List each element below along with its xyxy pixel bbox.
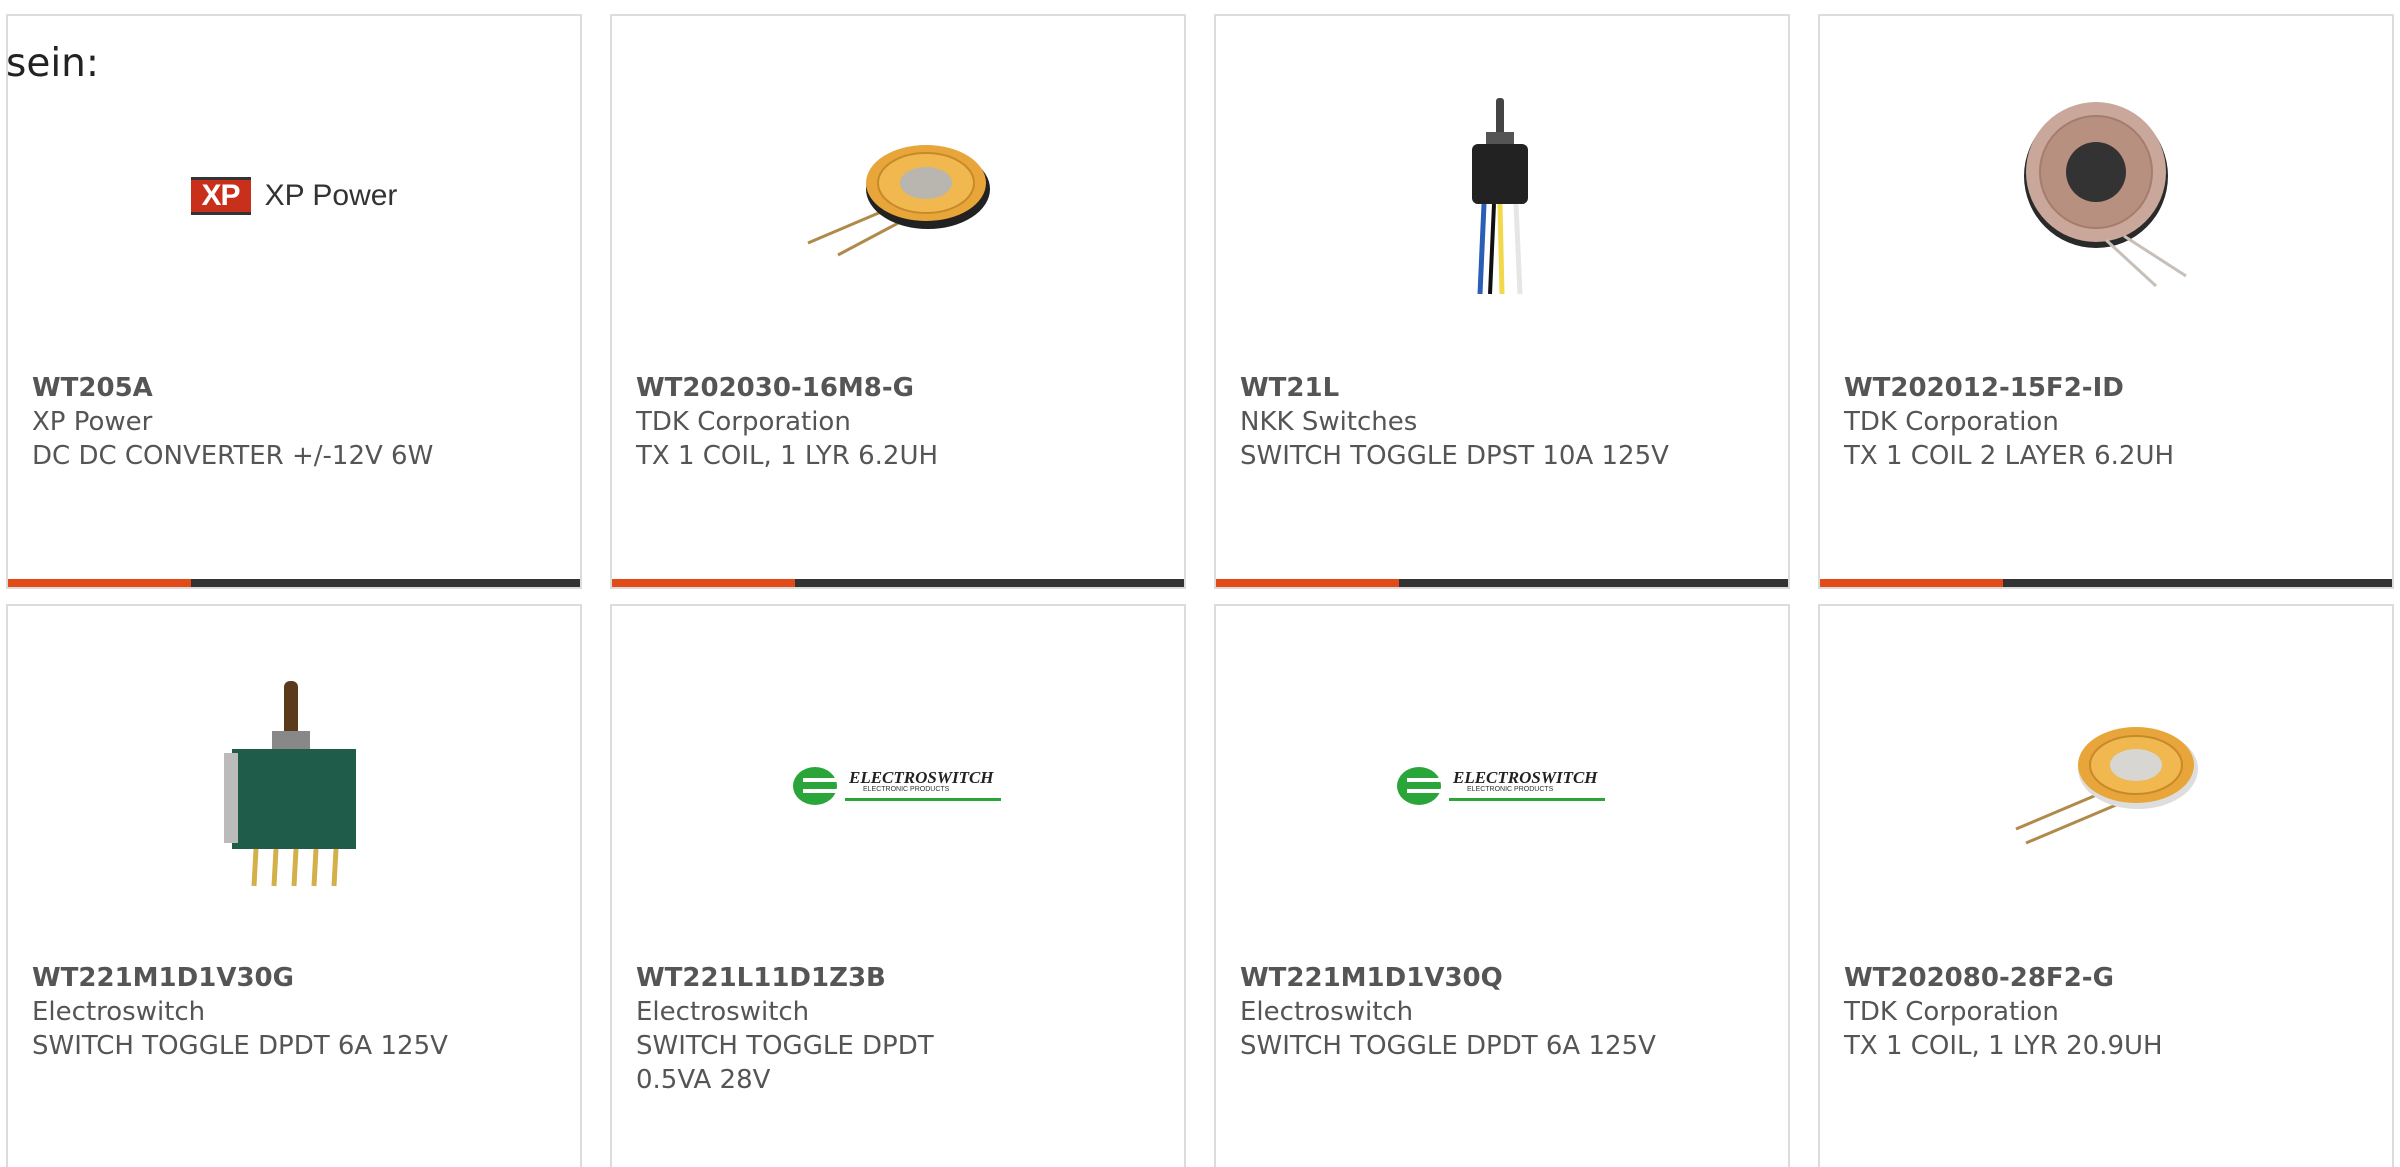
manufacturer: XP Power (32, 407, 153, 437)
description: DC DC CONVERTER +/-12V 6W (32, 441, 434, 471)
electroswitch-logo-subtext: ELECTRONIC PRODUCTS (1467, 786, 1554, 793)
description: TX 1 COIL, 1 LYR 6.2UH (636, 441, 939, 471)
card-bottom-bar (1216, 579, 1788, 587)
card-bottom-bar (612, 579, 1184, 587)
product-info: WT221M1D1V30G Electroswitch SWITCH TOGGL… (32, 961, 556, 1063)
manufacturer: TDK Corporation (636, 407, 851, 437)
wireless-coil-image (807, 145, 990, 257)
product-card[interactable]: WT202080-28F2-G TDK Corporation TX 1 COI… (1818, 604, 2394, 1167)
product-image[interactable] (612, 76, 1184, 316)
product-info: WT21L NKK Switches SWITCH TOGGLE DPST 10… (1240, 371, 1764, 473)
pcb-toggle-switch-image (224, 681, 356, 887)
product-image[interactable] (8, 666, 580, 906)
part-number[interactable]: WT221M1D1V30G (32, 961, 556, 995)
card-accent-bar (1216, 579, 1399, 587)
part-number[interactable]: WT221L11D1Z3B (636, 961, 1014, 995)
product-card[interactable]: ELECTROSWITCH ELECTRONIC PRODUCTS WT221L… (610, 604, 1186, 1167)
product-info: WT221M1D1V30Q Electroswitch SWITCH TOGGL… (1240, 961, 1764, 1063)
electroswitch-logo: ELECTROSWITCH ELECTRONIC PRODUCTS (793, 762, 1003, 810)
xp-logo-word: XP Power (264, 179, 398, 212)
product-info: WT221L11D1Z3B Electroswitch SWITCH TOGGL… (636, 961, 1014, 1097)
card-accent-bar (8, 579, 191, 587)
manufacturer: NKK Switches (1240, 407, 1418, 437)
manufacturer: TDK Corporation (1844, 407, 2059, 437)
manufacturer: Electroswitch (32, 997, 206, 1027)
product-grid-page: sein: XP XP Power WT205A XP Power DC DC … (0, 0, 2400, 1167)
description: SWITCH TOGGLE DPDT 6A 125V (32, 1031, 448, 1061)
manufacturer: TDK Corporation (1844, 997, 2059, 1027)
product-image[interactable] (1820, 666, 2392, 906)
product-card[interactable]: ELECTROSWITCH ELECTRONIC PRODUCTS WT221M… (1214, 604, 1790, 1167)
product-image[interactable] (1216, 76, 1788, 316)
manufacturer: Electroswitch (1240, 997, 1414, 1027)
description: SWITCH TOGGLE DPST 10A 125V (1240, 441, 1669, 471)
product-image[interactable] (1820, 76, 2392, 316)
card-bottom-bar (1820, 579, 2392, 587)
xp-logo-mark: XP (190, 177, 251, 215)
electroswitch-logo-text: ELECTROSWITCH (1453, 768, 1598, 787)
part-number[interactable]: WT221M1D1V30Q (1240, 961, 1764, 995)
product-card[interactable]: WT221M1D1V30G Electroswitch SWITCH TOGGL… (6, 604, 582, 1167)
card-accent-bar (1820, 579, 2003, 587)
toggle-switch-image (1472, 98, 1528, 295)
product-card[interactable]: WT202012-15F2-ID TDK Corporation TX 1 CO… (1818, 14, 2394, 589)
electroswitch-logo: ELECTROSWITCH ELECTRONIC PRODUCTS (1397, 762, 1607, 810)
wireless-coil-image (2015, 727, 2198, 845)
product-image[interactable]: ELECTROSWITCH ELECTRONIC PRODUCTS (612, 666, 1184, 906)
electroswitch-logo-subtext: ELECTRONIC PRODUCTS (863, 786, 950, 793)
electroswitch-logo-text: ELECTROSWITCH (849, 768, 994, 787)
intro-text: sein: (6, 41, 100, 86)
part-number[interactable]: WT21L (1240, 371, 1764, 405)
card-bottom-bar (8, 579, 580, 587)
product-info: WT205A XP Power DC DC CONVERTER +/-12V 6… (32, 371, 556, 473)
ferrite-coil-image (2024, 102, 2187, 288)
product-card[interactable]: WT21L NKK Switches SWITCH TOGGLE DPST 10… (1214, 14, 1790, 589)
card-accent-bar (612, 579, 795, 587)
product-info: WT202030-16M8-G TDK Corporation TX 1 COI… (636, 371, 1160, 473)
description: TX 1 COIL, 1 LYR 20.9UH (1844, 1031, 2163, 1061)
part-number[interactable]: WT205A (32, 371, 556, 405)
description: SWITCH TOGGLE DPDT 0.5VA 28V (636, 1031, 934, 1095)
part-number[interactable]: WT202080-28F2-G (1844, 961, 2368, 995)
part-number[interactable]: WT202012-15F2-ID (1844, 371, 2368, 405)
xp-power-logo: XP XP Power (190, 177, 398, 215)
product-image[interactable]: XP XP Power (8, 76, 580, 316)
product-card[interactable]: WT202030-16M8-G TDK Corporation TX 1 COI… (610, 14, 1186, 589)
part-number[interactable]: WT202030-16M8-G (636, 371, 1160, 405)
product-card[interactable]: XP XP Power WT205A XP Power DC DC CONVER… (6, 14, 582, 589)
product-info: WT202012-15F2-ID TDK Corporation TX 1 CO… (1844, 371, 2368, 473)
description: TX 1 COIL 2 LAYER 6.2UH (1844, 441, 2175, 471)
product-image[interactable]: ELECTROSWITCH ELECTRONIC PRODUCTS (1216, 666, 1788, 906)
manufacturer: Electroswitch (636, 997, 810, 1027)
product-info: WT202080-28F2-G TDK Corporation TX 1 COI… (1844, 961, 2368, 1063)
description: SWITCH TOGGLE DPDT 6A 125V (1240, 1031, 1656, 1061)
